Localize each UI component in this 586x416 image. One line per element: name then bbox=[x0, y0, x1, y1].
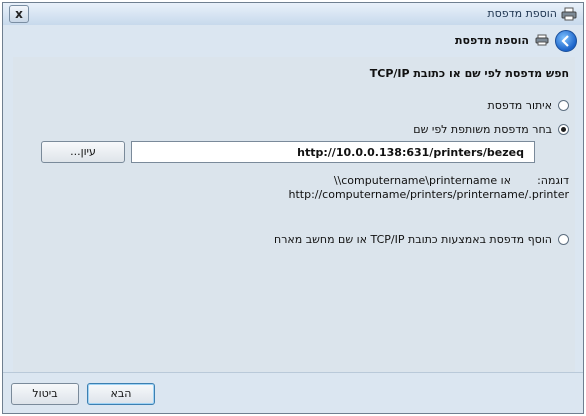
printer-icon bbox=[561, 7, 577, 21]
option-tcpip-printer[interactable]: הוסף מדפסת באמצעות כתובת TCP/IP או שם מח… bbox=[274, 233, 569, 246]
add-printer-window: x הוספת מדפסת הוספת מדפסת חפש מדפסת לפי … bbox=[2, 2, 584, 414]
radio-tcpip-printer[interactable] bbox=[558, 234, 569, 245]
section-title: חפש מדפסת לפי שם או כתובת TCP/IP bbox=[369, 67, 569, 80]
printer-icon bbox=[535, 34, 549, 46]
printer-url-input[interactable] bbox=[131, 141, 535, 163]
option-label: הוסף מדפסת באמצעות כתובת TCP/IP או שם מח… bbox=[274, 233, 552, 246]
example-unc-path: \\computername\printername או bbox=[333, 174, 511, 187]
radio-find-printer[interactable] bbox=[558, 100, 569, 111]
arrow-left-icon bbox=[561, 35, 569, 47]
option-shared-printer[interactable]: בחר מדפסת משותפת לפי שם bbox=[413, 123, 569, 136]
window-title: הוספת מדפסת bbox=[487, 7, 557, 20]
back-button[interactable] bbox=[555, 30, 577, 52]
title-bar: x הוספת מדפסת bbox=[3, 3, 583, 26]
next-button[interactable]: הבא bbox=[87, 383, 155, 405]
close-button[interactable]: x bbox=[9, 5, 29, 23]
page-title: הוספת מדפסת bbox=[454, 34, 529, 47]
example-url-path: http://computername/printers/printername… bbox=[288, 188, 569, 201]
wizard-content: חפש מדפסת לפי שם או כתובת TCP/IP איתור מ… bbox=[13, 57, 575, 373]
wizard-header: הוספת מדפסת bbox=[3, 25, 583, 55]
option-label: בחר מדפסת משותפת לפי שם bbox=[413, 123, 552, 136]
option-label: איתור מדפסת bbox=[487, 99, 552, 112]
option-find-printer[interactable]: איתור מדפסת bbox=[488, 99, 569, 112]
browse-button[interactable]: עיון... bbox=[41, 141, 125, 163]
example-label: דוגמה: bbox=[537, 174, 569, 187]
wizard-footer: הבא ביטול bbox=[3, 372, 583, 413]
cancel-button[interactable]: ביטול bbox=[11, 383, 79, 405]
radio-shared-printer[interactable] bbox=[558, 124, 569, 135]
